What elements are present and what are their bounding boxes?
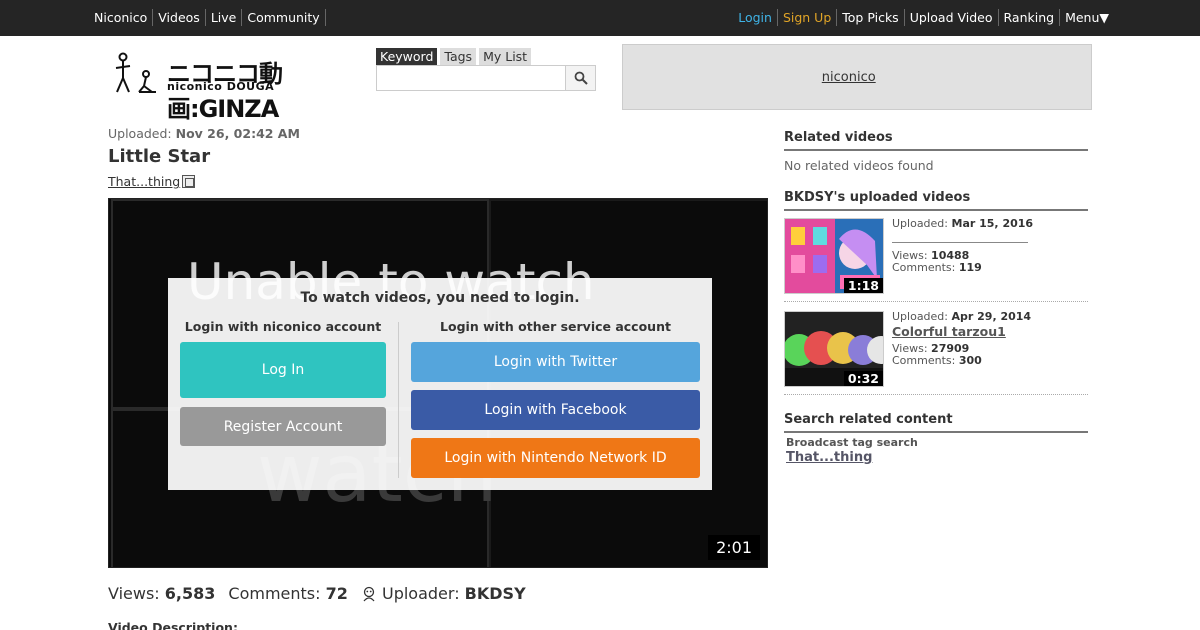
search-input[interactable]	[376, 65, 566, 91]
related-videos-heading: Related videos	[784, 130, 1088, 151]
nav-niconico-link[interactable]: Niconico	[94, 9, 154, 26]
video-stats: Views: 6,583 Comments: 72 Uploader: BKDS…	[108, 584, 526, 603]
niconico-login-heading: Login with niconico account	[184, 319, 382, 334]
broadcast-tag-search-label: Broadcast tag search	[786, 436, 918, 449]
uploaded-video-item[interactable]: 1:18 Uploaded: Mar 15, 2016 Views: 10488…	[784, 218, 1088, 302]
comments-value: 119	[958, 261, 982, 274]
comments-count: 72	[325, 584, 348, 603]
nav-live-link[interactable]: Live	[206, 9, 243, 26]
login-dialog-heading: To watch videos, you need to login.	[300, 290, 580, 306]
video-tag: That...thing	[108, 174, 196, 189]
nav-signup-link[interactable]: Sign Up	[778, 9, 838, 26]
broadcast-tag-link[interactable]: That...thing	[786, 450, 872, 465]
search-icon	[574, 71, 588, 85]
uploaded-label: Uploaded:	[108, 126, 172, 141]
top-navigation-bar: Niconico Videos Live Community Login Sig…	[0, 0, 1200, 36]
top-nav-left: Niconico Videos Live Community	[94, 9, 326, 26]
tag-dictionary-icon[interactable]	[182, 175, 196, 188]
video-title: Little Star	[108, 146, 211, 167]
tab-tags[interactable]: Tags	[440, 48, 477, 66]
login-twitter-button[interactable]: Login with Twitter	[411, 342, 700, 382]
uploaded-date-value: Nov 26, 02:42 AM	[175, 126, 300, 141]
top-nav-right: Login Sign Up Top Picks Upload Video Ran…	[733, 9, 1109, 26]
video-thumbnail[interactable]: 0:32	[784, 311, 884, 387]
stick-figure-logo-icon	[115, 52, 156, 93]
upload-date: Uploaded: Nov 26, 02:42 AM	[108, 126, 300, 141]
login-nintendo-button[interactable]: Login with Nintendo Network ID	[411, 438, 700, 478]
search-related-heading: Search related content	[784, 412, 1088, 433]
search-tabs: Keyword Tags My List	[376, 48, 534, 66]
login-required-dialog: To watch videos, you need to login. Logi…	[168, 278, 712, 490]
nav-ranking-link[interactable]: Ranking	[999, 9, 1061, 26]
views-label: Views:	[108, 584, 160, 603]
video-description-label: Video Description:	[108, 620, 238, 630]
nav-top-picks-link[interactable]: Top Picks	[837, 9, 905, 26]
uploaded-video-item[interactable]: 0:32 Uploaded: Apr 29, 2014 Colorful tar…	[784, 311, 1088, 395]
video-thumbnail[interactable]: 1:18	[784, 218, 884, 294]
video-upload-date: Uploaded: Mar 15, 2016	[892, 218, 1033, 230]
views-count: 6,583	[164, 584, 216, 603]
no-related-text: No related videos found	[784, 158, 934, 173]
upload-date: Mar 15, 2016	[951, 217, 1034, 230]
nav-videos-link[interactable]: Videos	[153, 9, 206, 26]
nav-menu-dropdown[interactable]: Menu▼	[1060, 9, 1109, 26]
comments-value: 300	[958, 354, 982, 367]
video-duration: 2:01	[708, 535, 760, 560]
login-facebook-button[interactable]: Login with Facebook	[411, 390, 700, 430]
niconico-logo[interactable]: ニコニコ動画:GINZA niconico DOUGA	[112, 50, 370, 123]
tag-link[interactable]: That...thing	[108, 174, 180, 189]
comments-label: Comments:	[228, 584, 321, 603]
upload-label: Uploaded:	[892, 310, 948, 323]
log-in-button[interactable]: Log In	[180, 342, 386, 398]
uploader-name[interactable]: BKDSY	[465, 584, 526, 603]
video-title-underline	[892, 242, 1028, 243]
ad-niconico-link[interactable]: niconico	[822, 70, 876, 85]
video-comments: Comments: 300	[892, 354, 982, 367]
nav-login-link[interactable]: Login	[733, 9, 778, 26]
search-button[interactable]	[565, 65, 596, 91]
uploader-icon	[363, 586, 375, 601]
register-account-button[interactable]: Register Account	[180, 407, 386, 446]
video-title-link[interactable]: Colorful tarzou1	[892, 324, 1006, 339]
video-upload-date: Uploaded: Apr 29, 2014	[892, 311, 1031, 323]
comments-label: Comments:	[892, 261, 956, 274]
tab-my-list[interactable]: My List	[479, 48, 532, 66]
upload-date: Apr 29, 2014	[951, 310, 1032, 323]
login-divider	[398, 322, 399, 478]
thumbnail-duration: 1:18	[843, 278, 883, 293]
tab-keyword[interactable]: Keyword	[376, 48, 438, 66]
nav-community-link[interactable]: Community	[242, 9, 326, 26]
uploader-label: Uploader:	[381, 584, 460, 603]
logo-subtitle: niconico DOUGA	[167, 80, 275, 93]
video-comments: Comments: 119	[892, 261, 982, 274]
uploaded-videos-heading: BKDSY's uploaded videos	[784, 190, 1088, 211]
upload-label: Uploaded:	[892, 217, 948, 230]
ad-banner: niconico	[622, 44, 1092, 110]
other-service-login-heading: Login with other service account	[440, 319, 671, 334]
comments-label: Comments:	[892, 354, 956, 367]
nav-upload-video-link[interactable]: Upload Video	[905, 9, 999, 26]
thumbnail-duration: 0:32	[843, 371, 883, 386]
